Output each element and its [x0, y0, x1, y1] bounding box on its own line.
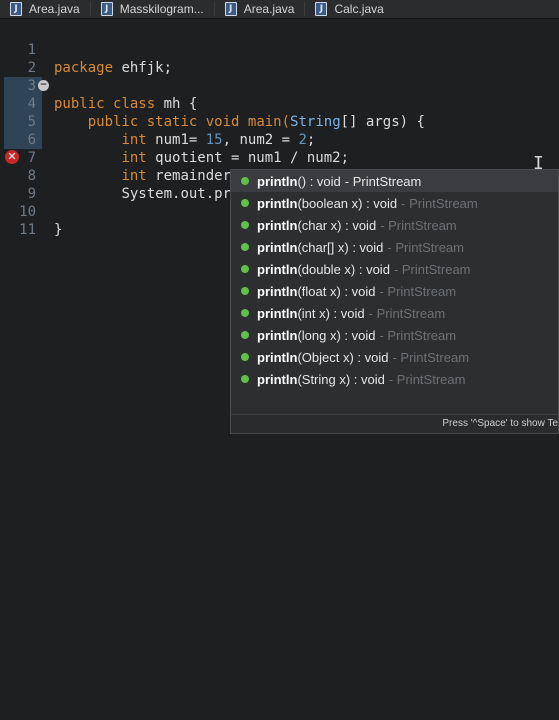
code-line[interactable]: 1 package ehfjk; [0, 23, 559, 76]
code-line-current[interactable]: 8 System.out.println(|)} [0, 149, 559, 202]
method-name: println [257, 349, 298, 365]
method-name: println [257, 239, 298, 255]
tab-label: Area.java [243, 2, 295, 16]
method-owner: - PrintStream [380, 217, 457, 233]
method-owner: - PrintStream [388, 371, 466, 387]
code-line[interactable]: 2 [0, 41, 559, 76]
java-file-icon: J [10, 2, 22, 16]
autocomplete-list: println() : void - PrintStream println(b… [231, 170, 558, 390]
tab-label: Calc.java [334, 2, 384, 16]
editor-tab-bar: J Area.java J Masskilogram... J Area.jav… [0, 0, 559, 19]
autocomplete-item[interactable]: println(String x) : void - PrintStream [231, 368, 558, 390]
code-line[interactable]: 5 int num1= 15, num2 = 2; [0, 95, 559, 148]
method-signature: (double x) : void [297, 261, 390, 277]
public-method-icon [241, 331, 249, 339]
method-signature: (Object x) : void [297, 349, 389, 365]
autocomplete-item[interactable]: println(double x) : void - PrintStream [231, 258, 558, 280]
method-owner: - PrintStream [401, 195, 478, 211]
autocomplete-popup: println() : void - PrintStream println(b… [230, 169, 559, 434]
code-line[interactable]: 3 public class mh { [0, 59, 559, 112]
public-method-icon [241, 287, 249, 295]
method-name: println [257, 195, 298, 211]
public-method-icon [241, 375, 249, 383]
method-signature: (String x) : void [297, 371, 385, 387]
method-signature: (boolean x) : void [297, 195, 398, 211]
public-method-icon [241, 353, 249, 361]
method-owner: - PrintStream [379, 327, 457, 343]
code-line[interactable]: 7 int remainder = num1 % num2; [0, 131, 559, 184]
autocomplete-item[interactable]: println(long x) : void - PrintStream [231, 324, 558, 346]
autocomplete-item[interactable]: println() : void - PrintStream [231, 170, 558, 192]
fold-icon[interactable]: − [38, 80, 49, 91]
autocomplete-item[interactable]: println(boolean x) : void - PrintStream [231, 192, 558, 214]
method-name: println [257, 217, 298, 233]
method-name: println [257, 173, 298, 189]
method-name: println [257, 283, 298, 299]
java-file-icon: J [100, 2, 113, 16]
tab-label: Area.java [29, 2, 80, 16]
code-text: } [54, 222, 63, 238]
code-line[interactable]: 4 public static void main(String[] args)… [0, 77, 559, 130]
code-line[interactable]: 6 int quotient = num1 / num2; [0, 113, 559, 166]
method-owner: - PrintStream [392, 349, 470, 365]
line-number: 11 [19, 222, 36, 238]
method-name: println [257, 371, 298, 387]
autocomplete-footer: Press '^Space' to show Te [231, 414, 558, 433]
method-owner: - PrintStream [387, 239, 464, 255]
autocomplete-item[interactable]: println(int x) : void - PrintStream [231, 302, 558, 324]
autocomplete-item[interactable]: println(Object x) : void - PrintStream [231, 346, 558, 368]
tab-area-java-2[interactable]: J Area.java [215, 0, 305, 18]
autocomplete-item[interactable]: println(float x) : void - PrintStream [231, 280, 558, 302]
tab-masskilogram[interactable]: J Masskilogram... [91, 0, 214, 18]
public-method-icon [241, 243, 249, 251]
public-method-icon [241, 221, 249, 229]
public-method-icon [241, 309, 249, 317]
java-file-icon: J [315, 2, 328, 16]
method-owner: - PrintStream [368, 305, 446, 321]
tab-calc-java[interactable]: J Calc.java [305, 0, 393, 18]
code-editor[interactable]: 1 package ehfjk; 2 3 public class mh { 4… [0, 19, 559, 719]
method-signature: (char[] x) : void [297, 239, 384, 255]
method-name: println [257, 305, 298, 321]
method-name: println [257, 261, 298, 277]
method-owner: - PrintStream [379, 283, 457, 299]
public-method-icon [241, 265, 249, 273]
method-name: println [257, 327, 298, 343]
method-signature: (int x) : void [297, 305, 365, 321]
autocomplete-item[interactable]: println(char[] x) : void - PrintStream [231, 236, 558, 258]
method-owner: - PrintStream [344, 173, 422, 189]
method-signature: () : void [297, 173, 341, 189]
method-signature: (char x) : void [297, 217, 377, 233]
autocomplete-item[interactable]: println(char x) : void - PrintStream [231, 214, 558, 236]
java-file-icon: J [224, 2, 237, 16]
public-method-icon [241, 199, 249, 207]
autocomplete-hint: Press '^Space' to show Te [442, 418, 558, 429]
method-signature: (float x) : void [297, 283, 376, 299]
method-signature: (long x) : void [297, 327, 376, 343]
method-owner: - PrintStream [393, 261, 471, 277]
error-icon[interactable]: ✕ [5, 150, 19, 164]
tab-area-java-1[interactable]: J Area.java [0, 0, 90, 18]
tab-label: Masskilogram... [119, 2, 204, 16]
public-method-icon [241, 177, 249, 185]
